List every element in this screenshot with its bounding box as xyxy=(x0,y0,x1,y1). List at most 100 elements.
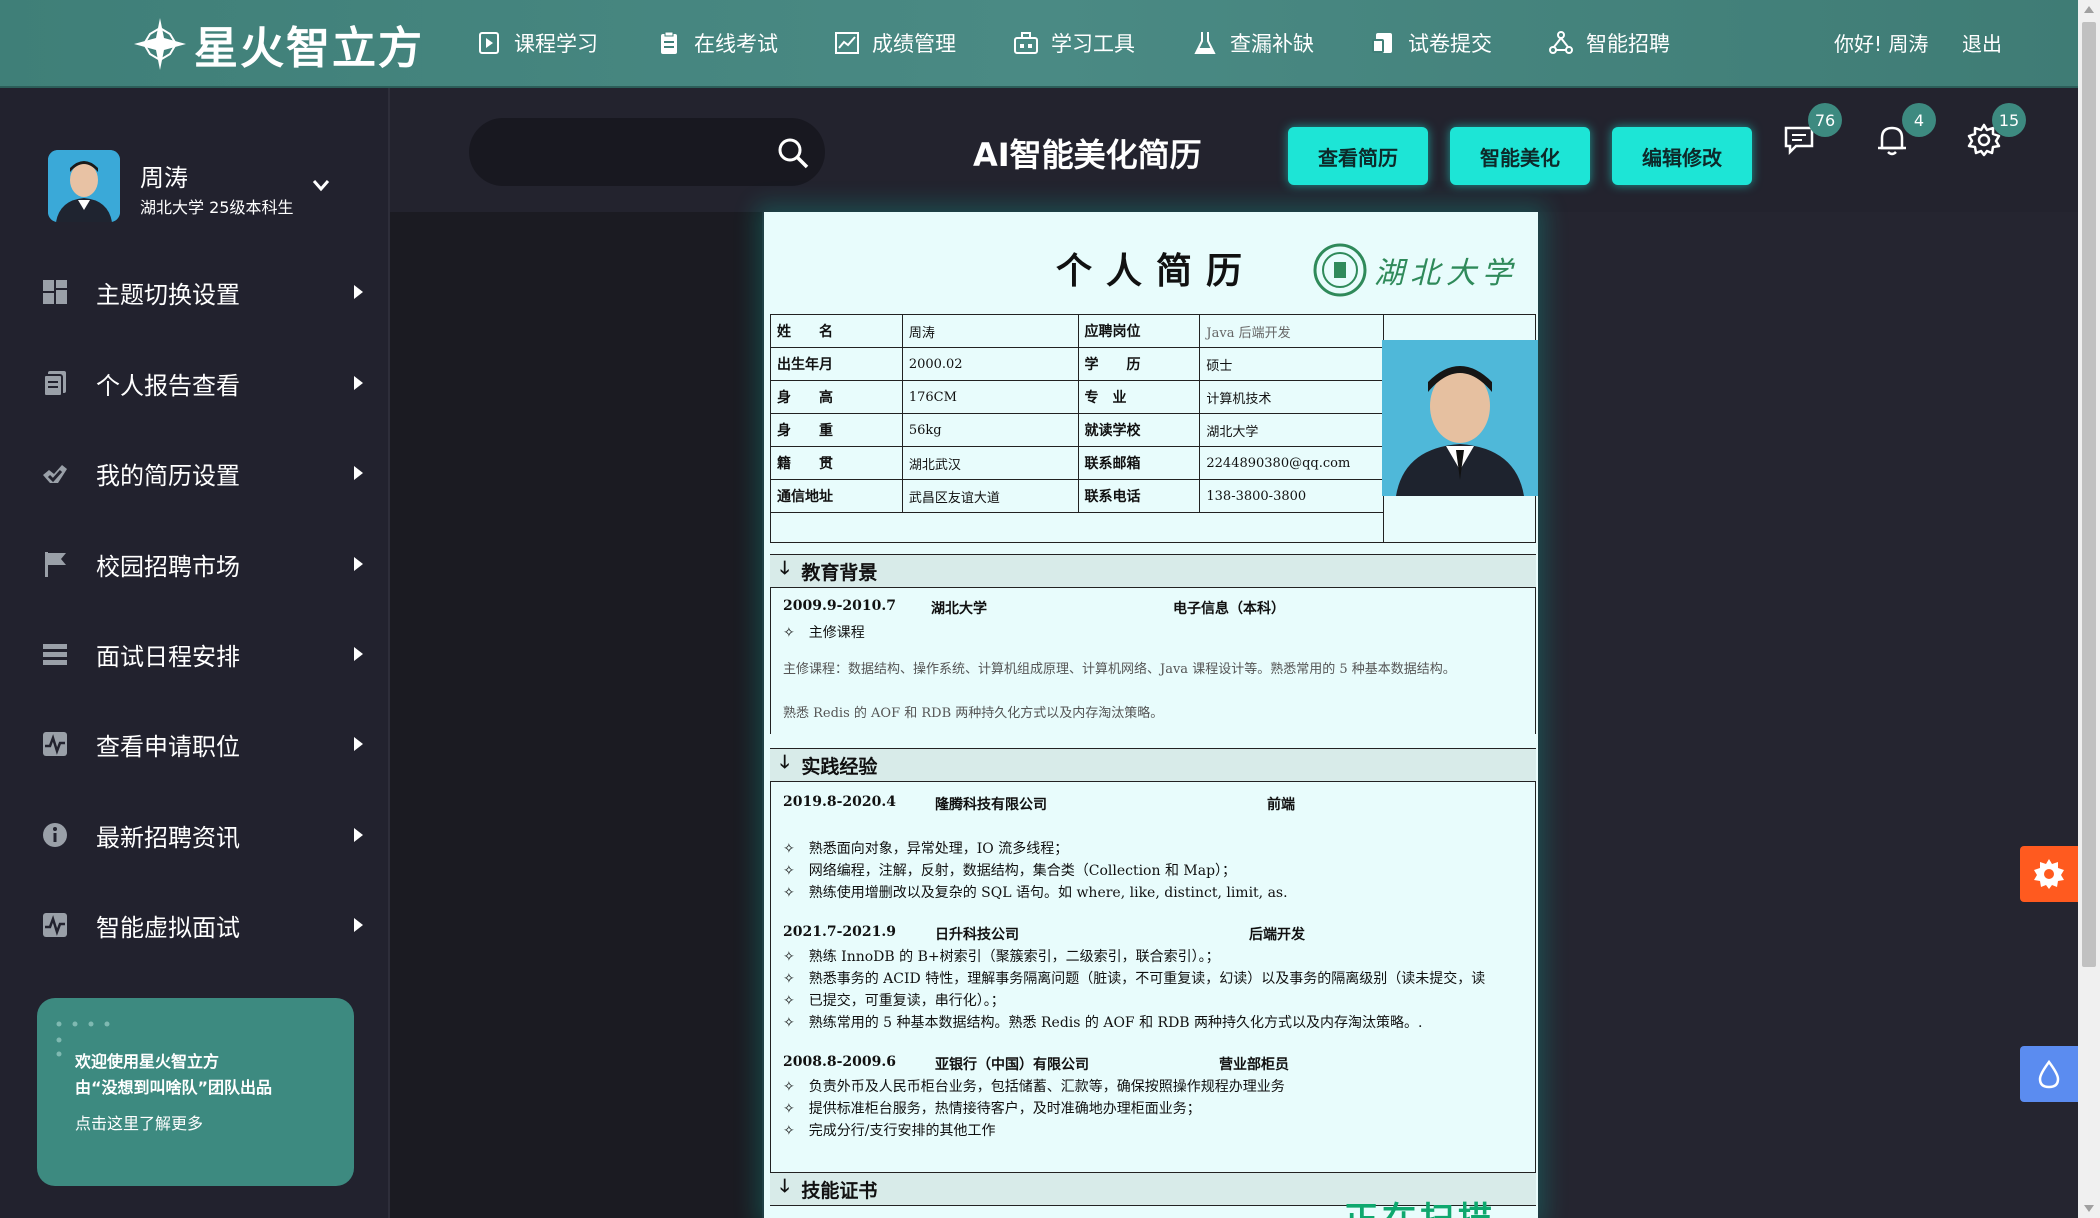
job-point-text: 熟练 InnoDB 的 B+树索引（聚簇索引，二级索引，联合索引）。； xyxy=(808,949,1220,965)
nav-recruit[interactable]: 智能招聘 xyxy=(1548,22,1670,64)
info-value: 138-3800-3800 xyxy=(1199,479,1385,513)
sidebar-item-applied-jobs[interactable]: 查看申请职位 xyxy=(0,714,388,774)
edit-resume-button[interactable]: 编辑修改 xyxy=(1612,127,1752,185)
info-icon xyxy=(43,823,67,847)
job-point: ✧ 完成分行/支行安排的其他工作 xyxy=(783,1123,996,1139)
profile-subtitle: 湖北大学 25级本科生 xyxy=(140,198,294,217)
logout-link[interactable]: 退出 xyxy=(1962,28,2002,57)
search-input[interactable] xyxy=(493,134,763,170)
sidebar-item-interview-schedule[interactable]: 面试日程安排 xyxy=(0,624,388,684)
view-resume-button[interactable]: 查看简历 xyxy=(1288,127,1428,185)
person-photo-icon xyxy=(48,150,120,222)
nav-review-label: 查漏补缺 xyxy=(1230,32,1314,56)
gear-icon xyxy=(2034,859,2064,889)
job-point-text: 负责外币及人民币柜台业务，包括储蓄、汇款等，确保按照操作规程办理业务 xyxy=(808,1079,1285,1095)
chevron-right-icon xyxy=(354,828,363,842)
nav-grades[interactable]: 成绩管理 xyxy=(834,22,956,64)
edu-school: 湖北大学 xyxy=(931,601,987,617)
nav-exam[interactable]: 在线考试 xyxy=(656,22,778,64)
nav-submit[interactable]: 试卷提交 xyxy=(1370,22,1492,64)
star-logo-icon xyxy=(134,18,186,70)
section-education-header: 🡓 教育背景 xyxy=(770,554,1536,588)
promo-learn-more-link[interactable]: 点击这里了解更多 xyxy=(75,1110,203,1134)
info-label: 学 历 xyxy=(1077,347,1201,381)
section-education-body: 2009.9-2010.7 湖北大学 电子信息（本科） ✧ 主修课程 主修课程：… xyxy=(770,588,1536,734)
nav-grades-label: 成绩管理 xyxy=(872,32,956,56)
viewer-shade xyxy=(390,212,762,1218)
sidebar-item-report[interactable]: 个人报告查看 xyxy=(0,353,388,413)
info-value: 2244890380@qq.com xyxy=(1199,446,1385,480)
info-label: 姓 名 xyxy=(770,314,903,348)
info-value: 湖北武汉 xyxy=(901,446,1079,480)
job-company: 亚银行（中国）有限公司 xyxy=(935,1057,1089,1073)
scrollbar-thumb[interactable] xyxy=(2082,22,2096,967)
sidebar: 周涛 湖北大学 25级本科生 主题切换设置 个人报告查看 我的简历设置 校园招聘… xyxy=(0,88,390,1218)
arrow-down-icon: 🡓 xyxy=(780,1176,790,1197)
profile-name: 周涛 xyxy=(140,164,188,192)
flag-icon xyxy=(45,552,66,577)
nav-recruit-label: 智能招聘 xyxy=(1586,32,1670,56)
toolbox-icon xyxy=(1014,32,1038,54)
floating-theme-button[interactable] xyxy=(2020,1046,2078,1102)
nav-review[interactable]: 查漏补缺 xyxy=(1192,22,1314,64)
job-point: ✧ 熟悉面向对象，异常处理，IO 流多线程； xyxy=(783,841,1069,857)
job-role: 后端开发 xyxy=(1249,927,1305,943)
floating-settings-button[interactable] xyxy=(2020,846,2078,902)
job-point: ✧ 负责外币及人民币柜台业务，包括储蓄、汇款等，确保按照操作规程办理业务 xyxy=(783,1079,1285,1095)
section-title: 实践经验 xyxy=(801,755,878,778)
info-value: 计算机技术 xyxy=(1199,380,1385,414)
sidebar-item-campus-market[interactable]: 校园招聘市场 xyxy=(0,534,388,594)
info-spacer xyxy=(769,512,1385,543)
edu-period: 2009.9-2010.7 xyxy=(783,598,896,614)
chevron-down-icon[interactable] xyxy=(310,174,332,196)
section-experience-body: 2019.8-2020.4 隆腾科技有限公司 前端 ✧ 熟悉面向对象，异常处理，… xyxy=(770,782,1536,1186)
scroll-up-icon[interactable] xyxy=(2083,4,2095,16)
arrow-down-icon: 🡓 xyxy=(780,558,790,579)
university-seal-icon xyxy=(1313,243,1367,297)
info-label: 籍 贯 xyxy=(770,446,903,480)
chevron-right-icon xyxy=(354,557,363,571)
nav-course[interactable]: 课程学习 xyxy=(476,22,598,64)
promo-card[interactable]: 欢迎使用星火智立方 由“没想到叫啥队”团队出品 点击这里了解更多 xyxy=(37,998,354,1186)
sidebar-item-label: 个人报告查看 xyxy=(96,371,240,400)
ai-beautify-button[interactable]: 智能美化 xyxy=(1450,127,1590,185)
edu-courses: 主修课程：数据结构、操作系统、计算机组成原理、计算机网络、Java 课程设计等。… xyxy=(783,662,1456,677)
messages-badge: 76 xyxy=(1808,103,1842,137)
job-point-text: 网络编程，注解，反射，数据结构，集合类（Collection 和 Map）； xyxy=(808,863,1237,879)
job-point-text: 完成分行/支行安排的其他工作 xyxy=(808,1123,996,1139)
notifications-badge: 4 xyxy=(1902,103,1936,137)
sidebar-item-resume[interactable]: 我的简历设置 xyxy=(0,443,388,503)
job-point-text: 提供标准柜台服务，热情接待客户，及时准确地办理柜面业务； xyxy=(808,1101,1201,1117)
flask-icon xyxy=(1194,32,1216,54)
search-box[interactable] xyxy=(469,118,825,186)
job-period: 2008.8-2009.6 xyxy=(783,1054,896,1070)
job-period: 2019.8-2020.4 xyxy=(783,794,896,810)
sidebar-item-virtual-interview[interactable]: 智能虚拟面试 xyxy=(0,895,388,955)
job-role: 前端 xyxy=(1267,797,1295,813)
edu-major: 电子信息（本科） xyxy=(1173,601,1285,617)
sidebar-item-theme[interactable]: 主题切换设置 xyxy=(0,262,388,322)
job-point: ✧ 提供标准柜台服务，热情接待客户，及时准确地办理柜面业务； xyxy=(783,1101,1201,1117)
job-point: ✧ 网络编程，注解，反射，数据结构，集合类（Collection 和 Map）； xyxy=(783,863,1237,879)
resume-document: 个人简历 湖北大学 姓 名 周涛 应聘岗位 Java 后端开发 出生年月 200… xyxy=(764,212,1538,1218)
job-period: 2021.7-2021.9 xyxy=(783,924,896,940)
play-doc-icon xyxy=(479,32,499,54)
info-value: 硕士 xyxy=(1199,347,1385,381)
job-point: ✧ 熟练 InnoDB 的 B+树索引（聚簇索引，二级索引，联合索引）。； xyxy=(783,949,1220,965)
job-point: ✧ 熟悉事务的 ACID 特性，理解事务隔离问题（脏读，不可重复读，幻读）以及事… xyxy=(783,971,1486,987)
brand-logo[interactable]: 星火智立方 xyxy=(134,12,424,76)
nav-course-label: 课程学习 xyxy=(514,32,598,56)
scroll-down-icon[interactable] xyxy=(2083,1202,2095,1214)
info-value: 56kg xyxy=(901,413,1079,447)
top-navbar: 星火智立方 课程学习 在线考试 成绩管理 学习工具 查漏补缺 试卷提交 智能招聘… xyxy=(0,0,2078,88)
nav-tools[interactable]: 学习工具 xyxy=(1013,22,1135,64)
page-title: AI智能美化简历 xyxy=(973,136,1202,174)
nav-exam-label: 在线考试 xyxy=(694,32,778,56)
section-title: 教育背景 xyxy=(801,561,878,584)
search-icon[interactable] xyxy=(776,136,810,170)
sidebar-item-news[interactable]: 最新招聘资讯 xyxy=(0,805,388,865)
chevron-right-icon xyxy=(354,285,363,299)
info-label: 应聘岗位 xyxy=(1077,314,1201,348)
user-profile[interactable]: 周涛 湖北大学 25级本科生 xyxy=(48,150,348,222)
list-icon xyxy=(43,644,67,665)
